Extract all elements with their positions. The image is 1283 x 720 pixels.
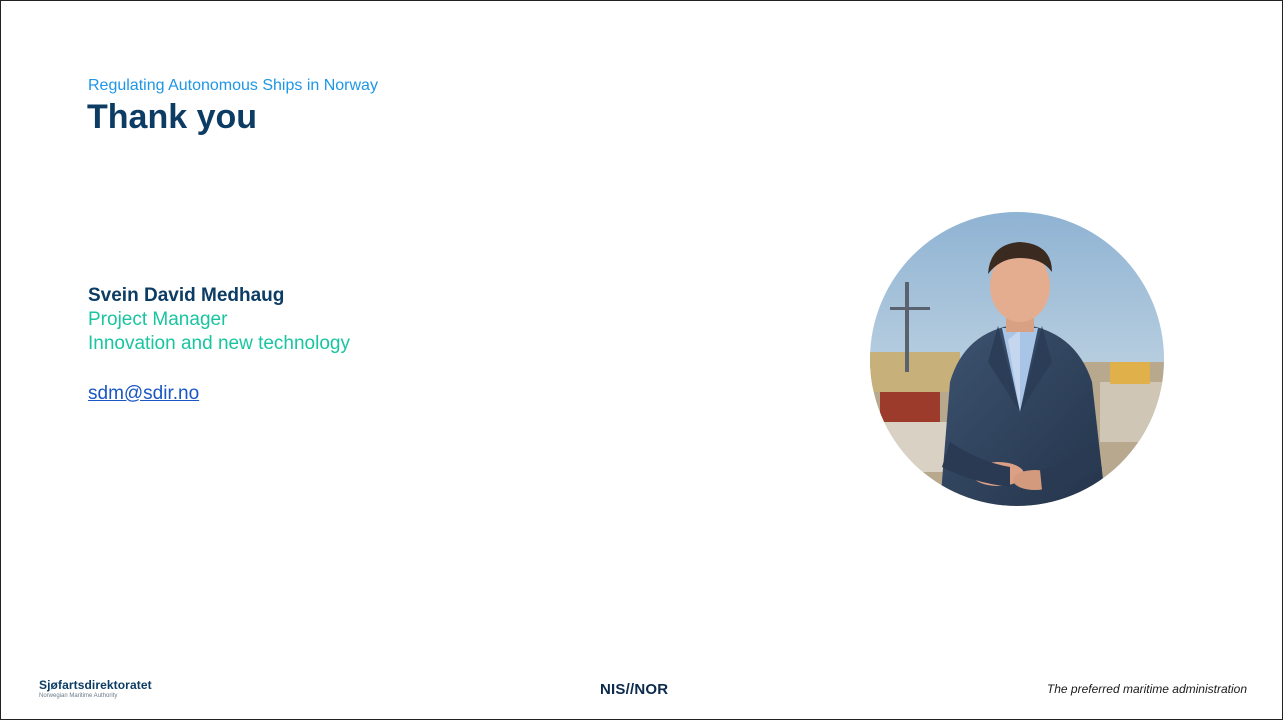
portrait-photo (870, 212, 1164, 506)
contact-block: Svein David Medhaug Project Manager Inno… (88, 284, 350, 406)
contact-department: Innovation and new technology (88, 333, 350, 354)
sdir-logo-name: Sjøfartsdirektoratet (39, 678, 152, 692)
slide-title: Thank you (87, 98, 258, 136)
footer-tagline: The preferred maritime administration (1046, 682, 1247, 696)
sdir-logo-subtitle: Norwegian Maritime Authority (39, 693, 118, 699)
sdir-logo: Sjøfartsdirektoratet Norwegian Maritime … (39, 678, 152, 699)
slide-subtitle: Regulating Autonomous Ships in Norway (88, 77, 378, 94)
nis-nor-logo: NIS//NOR (600, 681, 669, 698)
contact-email-link[interactable]: sdm@sdir.no (88, 382, 199, 406)
presentation-slide: Regulating Autonomous Ships in Norway Th… (0, 0, 1283, 720)
contact-name: Svein David Medhaug (88, 285, 285, 306)
contact-role: Project Manager (88, 309, 228, 330)
